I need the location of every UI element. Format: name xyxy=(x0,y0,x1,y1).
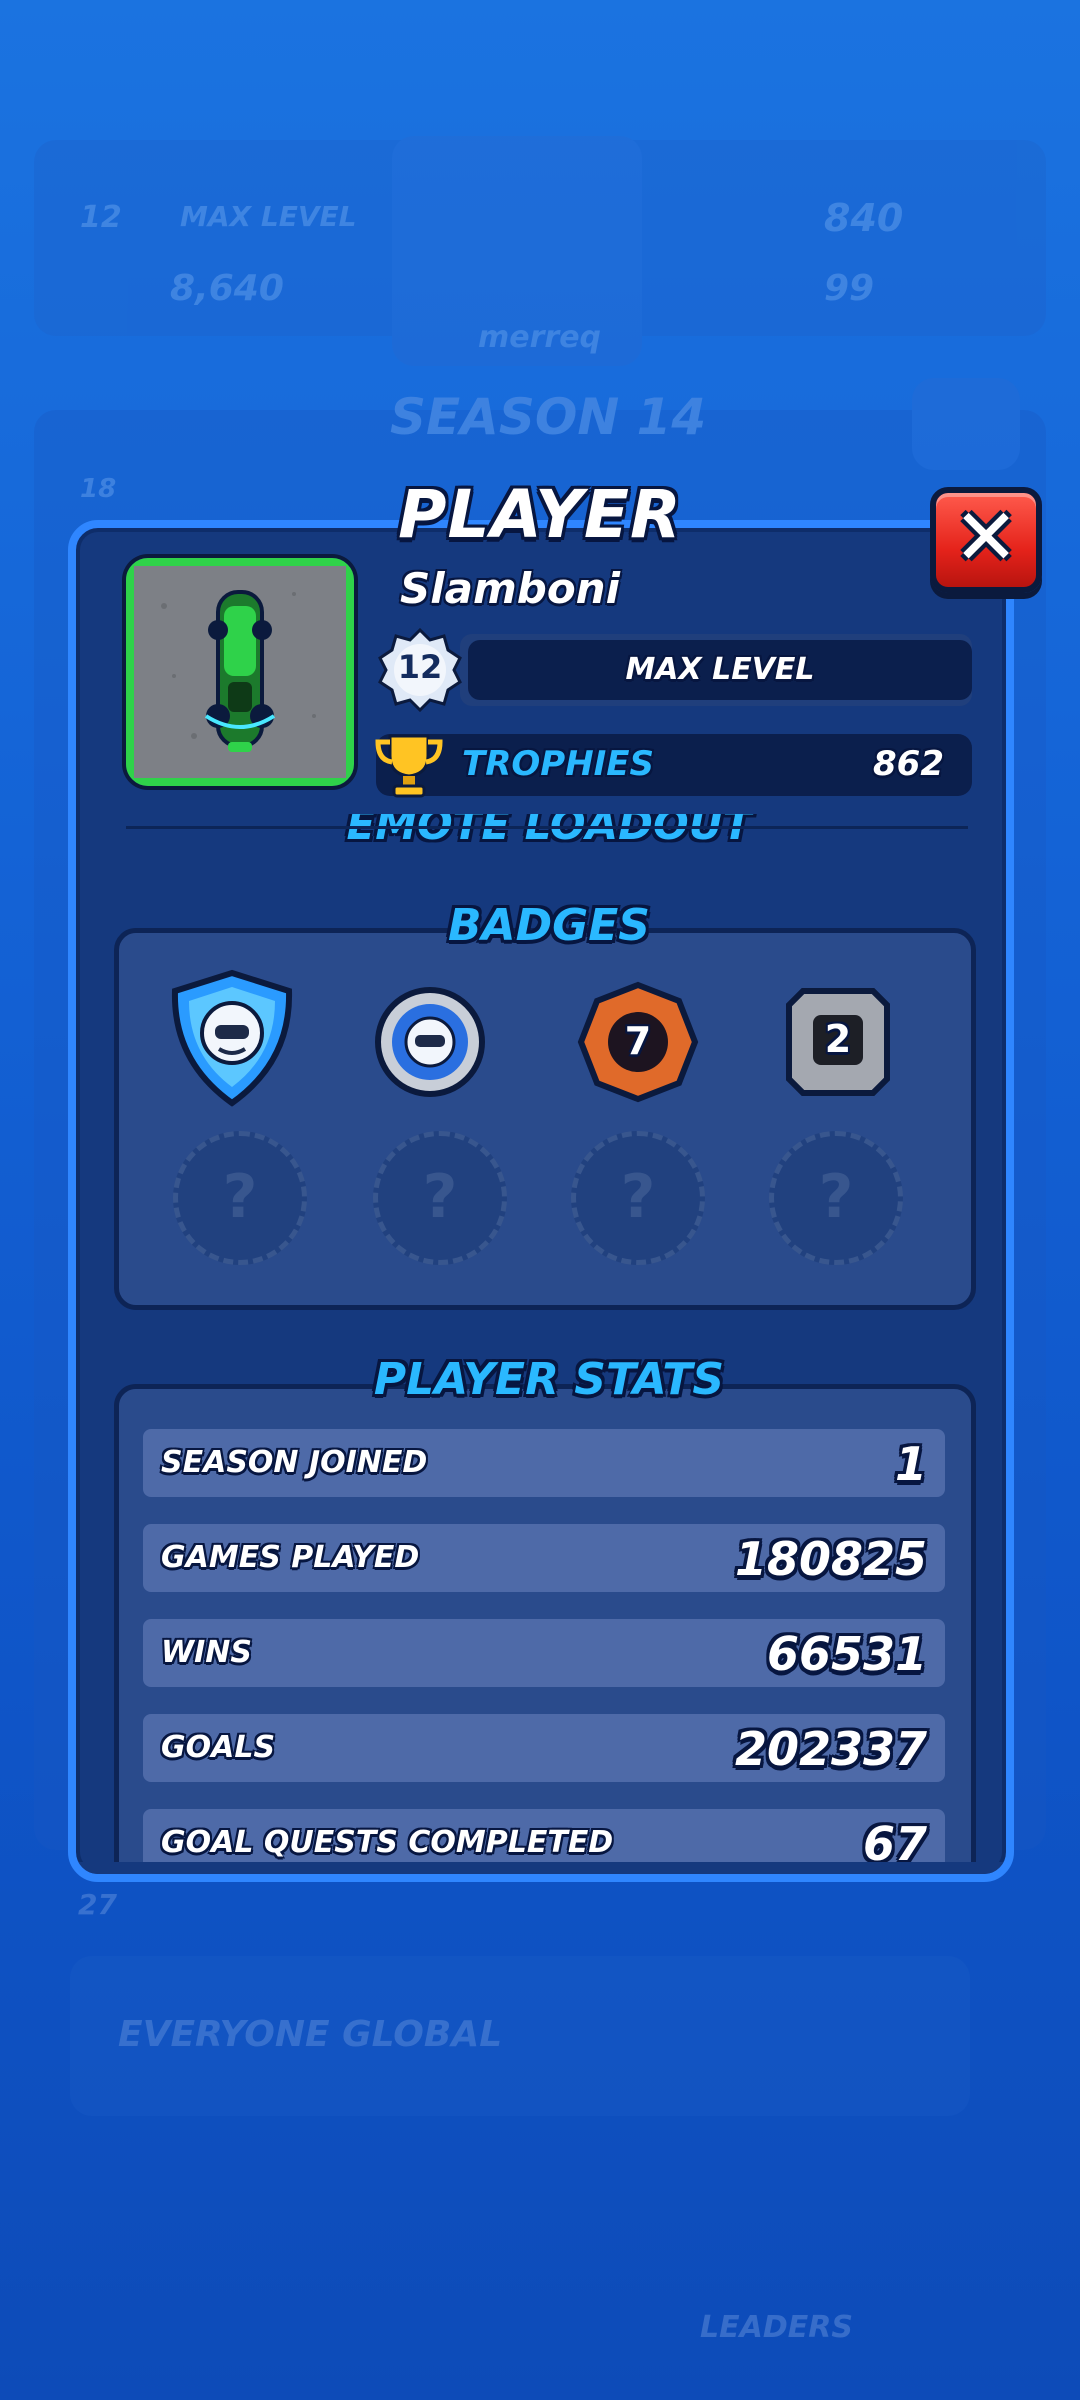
badge-4[interactable]: 2 xyxy=(783,985,893,1103)
bg-season-title: SEASON 14 xyxy=(390,388,707,446)
stat-label: GOAL QUESTS COMPLETED xyxy=(161,1825,614,1860)
bg-leaders-label: LEADERS xyxy=(700,2310,853,2345)
stone-badge-value: 2 xyxy=(824,1017,852,1061)
level-badge: 12 xyxy=(378,627,462,713)
blue-shield-badge-icon xyxy=(171,969,293,1107)
player-modal: Slamboni MAX LEVEL 12 TROPHIES 862 EMOTE… xyxy=(68,520,1014,1882)
stat-value: 1 xyxy=(894,1437,927,1491)
badges-panel: 7 2 ? ? ? ? xyxy=(114,928,976,1310)
stat-label: WINS xyxy=(161,1635,252,1670)
bg-rank-2: 27 xyxy=(78,1888,117,1921)
bronze-badge-value: 7 xyxy=(624,1019,652,1063)
bg-username: merreq xyxy=(478,320,602,355)
bg-everyone-global: EVERYONE GLOBAL xyxy=(118,2014,503,2055)
bg-level: 12 xyxy=(80,200,122,235)
bg-max-level: MAX LEVEL xyxy=(180,200,357,233)
stat-label: SEASON JOINED xyxy=(161,1445,428,1480)
bg-help-button xyxy=(912,378,1020,470)
max-level-bar: MAX LEVEL xyxy=(468,640,972,700)
stats-scroll-cutoff xyxy=(76,1862,1006,1874)
stat-label: GOALS xyxy=(161,1730,276,1765)
player-avatar xyxy=(126,558,354,786)
player-stats-title: PLAYER STATS xyxy=(373,1354,725,1405)
stat-row: GOALS 202337 xyxy=(143,1714,945,1782)
bg-trophies: 840 xyxy=(824,196,904,240)
trophies-row: TROPHIES 862 xyxy=(375,734,972,798)
level-number: 12 xyxy=(397,648,443,686)
stat-label: GAMES PLAYED xyxy=(161,1540,420,1575)
badges-title: BADGES xyxy=(448,900,650,951)
stat-row: WINS 66531 xyxy=(143,1619,945,1687)
player-stats-panel: SEASON JOINED 1 GAMES PLAYED 180825 WINS… xyxy=(114,1384,976,1874)
locked-badge-slot: ? xyxy=(571,1131,705,1265)
trophies-label: TROPHIES xyxy=(462,744,655,784)
close-icon: ✕ xyxy=(953,493,1019,584)
badge-3[interactable]: 7 xyxy=(577,981,699,1107)
header-divider xyxy=(126,826,968,829)
emote-loadout-label: EMOTE LOADOUT xyxy=(346,814,752,849)
stat-row: GAMES PLAYED 180825 xyxy=(143,1524,945,1592)
bg-gems: 99 xyxy=(824,268,875,309)
stat-row: SEASON JOINED 1 xyxy=(143,1429,945,1497)
car-avatar-icon xyxy=(134,566,346,778)
locked-badge-question-icon: ? xyxy=(422,1162,458,1232)
locked-badge-slot: ? xyxy=(373,1131,507,1265)
badge-2[interactable] xyxy=(373,985,487,1103)
badge-1[interactable] xyxy=(165,969,299,1113)
trophy-icon xyxy=(375,734,443,798)
locked-badge-question-icon: ? xyxy=(222,1162,258,1232)
silver-round-badge-icon xyxy=(375,987,485,1097)
locked-badge-slot: ? xyxy=(173,1131,307,1265)
emote-loadout-header: EMOTE LOADOUT xyxy=(76,814,1006,854)
trophies-value: 862 xyxy=(873,744,944,784)
stat-value: 66531 xyxy=(766,1627,927,1681)
locked-badge-question-icon: ? xyxy=(620,1162,656,1232)
locked-badge-slot: ? xyxy=(769,1131,903,1265)
locked-badge-question-icon: ? xyxy=(818,1162,854,1232)
modal-title: PLAYER xyxy=(398,476,682,553)
close-button[interactable]: ✕ xyxy=(930,487,1042,593)
bg-coins: 8,640 xyxy=(170,268,284,309)
player-name: Slamboni xyxy=(400,564,620,613)
stat-value: 180825 xyxy=(734,1532,927,1586)
stat-value: 202337 xyxy=(734,1722,927,1776)
